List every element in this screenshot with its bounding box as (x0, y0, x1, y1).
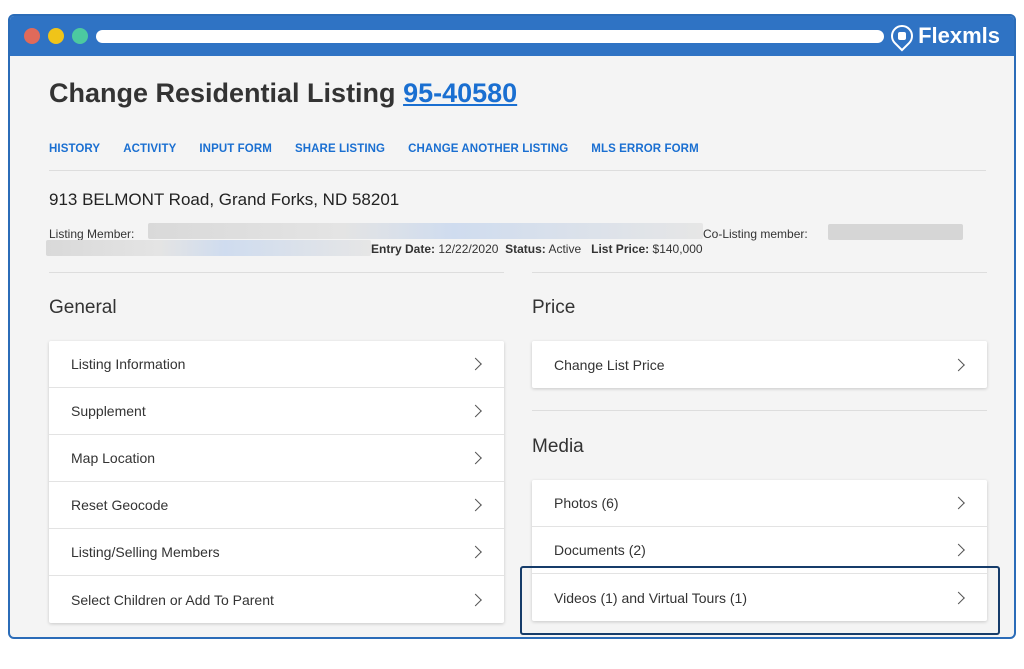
menu-item-label: Map Location (71, 450, 156, 466)
menu-item-label: Supplement (71, 403, 146, 419)
menu-item-select-children[interactable]: Select Children or Add To Parent (49, 576, 504, 623)
divider (49, 170, 986, 171)
listing-number-link[interactable]: 95-40580 (403, 78, 517, 108)
co-listing-member-label: Co-Listing member: (703, 227, 808, 241)
menu-item-label: Documents (2) (554, 542, 646, 558)
menu-item-videos-virtual-tours[interactable]: Videos (1) and Virtual Tours (1) (532, 574, 987, 621)
menu-item-label: Photos (6) (554, 495, 619, 511)
menu-item-label: Videos (1) and Virtual Tours (1) (554, 589, 747, 606)
chevron-right-icon (952, 358, 965, 371)
chevron-right-icon (952, 496, 965, 510)
minimize-window-icon[interactable] (48, 28, 64, 44)
price-menu: Change List Price (532, 341, 987, 388)
listing-member-label: Listing Member: (49, 227, 135, 241)
divider (532, 272, 987, 273)
browser-window: Flexmls Change Residential Listing 95-40… (8, 14, 1016, 639)
redacted-listing-member (148, 223, 703, 239)
price-section-title: Price (532, 297, 576, 318)
chevron-right-icon (469, 593, 482, 606)
close-window-icon[interactable] (24, 28, 40, 44)
chevron-right-icon (469, 545, 482, 559)
brand-logo: Flexmls (886, 20, 1000, 52)
home-pin-icon (886, 20, 918, 52)
divider (49, 272, 504, 273)
menu-item-supplement[interactable]: Supplement (49, 388, 504, 435)
chevron-right-icon (952, 591, 965, 604)
chevron-right-icon (469, 404, 482, 418)
redacted-member-details (46, 240, 371, 256)
menu-item-label: Select Children or Add To Parent (71, 591, 274, 608)
menu-item-listing-selling-members[interactable]: Listing/Selling Members (49, 529, 504, 576)
menu-item-label: Listing/Selling Members (71, 544, 220, 560)
title-bar: Flexmls (10, 16, 1014, 56)
tab-change-another-listing[interactable]: CHANGE ANOTHER LISTING (408, 143, 568, 155)
address-bar[interactable] (96, 30, 884, 43)
status-label: Status: (505, 242, 546, 256)
brand-name: Flexmls (918, 23, 1000, 48)
media-section-title: Media (532, 436, 584, 457)
page-title: Change Residential Listing 95-40580 (49, 78, 517, 109)
maximize-window-icon[interactable] (72, 28, 88, 44)
menu-item-change-list-price[interactable]: Change List Price (532, 341, 987, 388)
divider (532, 410, 987, 411)
main-content: Change Residential Listing 95-40580 HIST… (10, 56, 1014, 637)
tab-input-form[interactable]: INPUT FORM (199, 143, 272, 155)
chevron-right-icon (469, 357, 482, 371)
menu-item-reset-geocode[interactable]: Reset Geocode (49, 482, 504, 529)
list-price: $140,000 (652, 242, 703, 256)
listing-summary: Entry Date: 12/22/2020 Status: Active Li… (371, 242, 703, 256)
menu-item-label: Change List Price (554, 356, 665, 373)
menu-item-label: Reset Geocode (71, 497, 169, 513)
media-menu: Photos (6) Documents (2) Videos (1) and … (532, 480, 987, 621)
menu-item-photos[interactable]: Photos (6) (532, 480, 987, 527)
tab-activity[interactable]: ACTIVITY (123, 143, 176, 155)
redacted-co-listing-member (828, 224, 963, 240)
menu-item-documents[interactable]: Documents (2) (532, 527, 987, 574)
tab-history[interactable]: HISTORY (49, 143, 100, 155)
listing-action-tabs: HISTORY ACTIVITY INPUT FORM SHARE LISTIN… (49, 143, 722, 155)
status-value: Active (548, 242, 582, 256)
tab-mls-error-form[interactable]: MLS ERROR FORM (591, 143, 698, 155)
general-section-title: General (49, 297, 117, 318)
menu-item-listing-information[interactable]: Listing Information (49, 341, 504, 388)
chevron-right-icon (469, 451, 482, 465)
general-menu: Listing Information Supplement Map Locat… (49, 341, 504, 623)
menu-item-label: Listing Information (71, 356, 186, 372)
entry-date-label: Entry Date: (371, 242, 436, 256)
entry-date: 12/22/2020 (438, 242, 499, 256)
list-price-label: List Price: (591, 242, 650, 256)
page-title-text: Change Residential Listing (49, 78, 396, 108)
menu-item-map-location[interactable]: Map Location (49, 435, 504, 482)
tab-share-listing[interactable]: SHARE LISTING (295, 143, 385, 155)
listing-address: 913 BELMONT Road, Grand Forks, ND 58201 (49, 190, 400, 209)
chevron-right-icon (952, 543, 965, 557)
chevron-right-icon (469, 498, 482, 512)
